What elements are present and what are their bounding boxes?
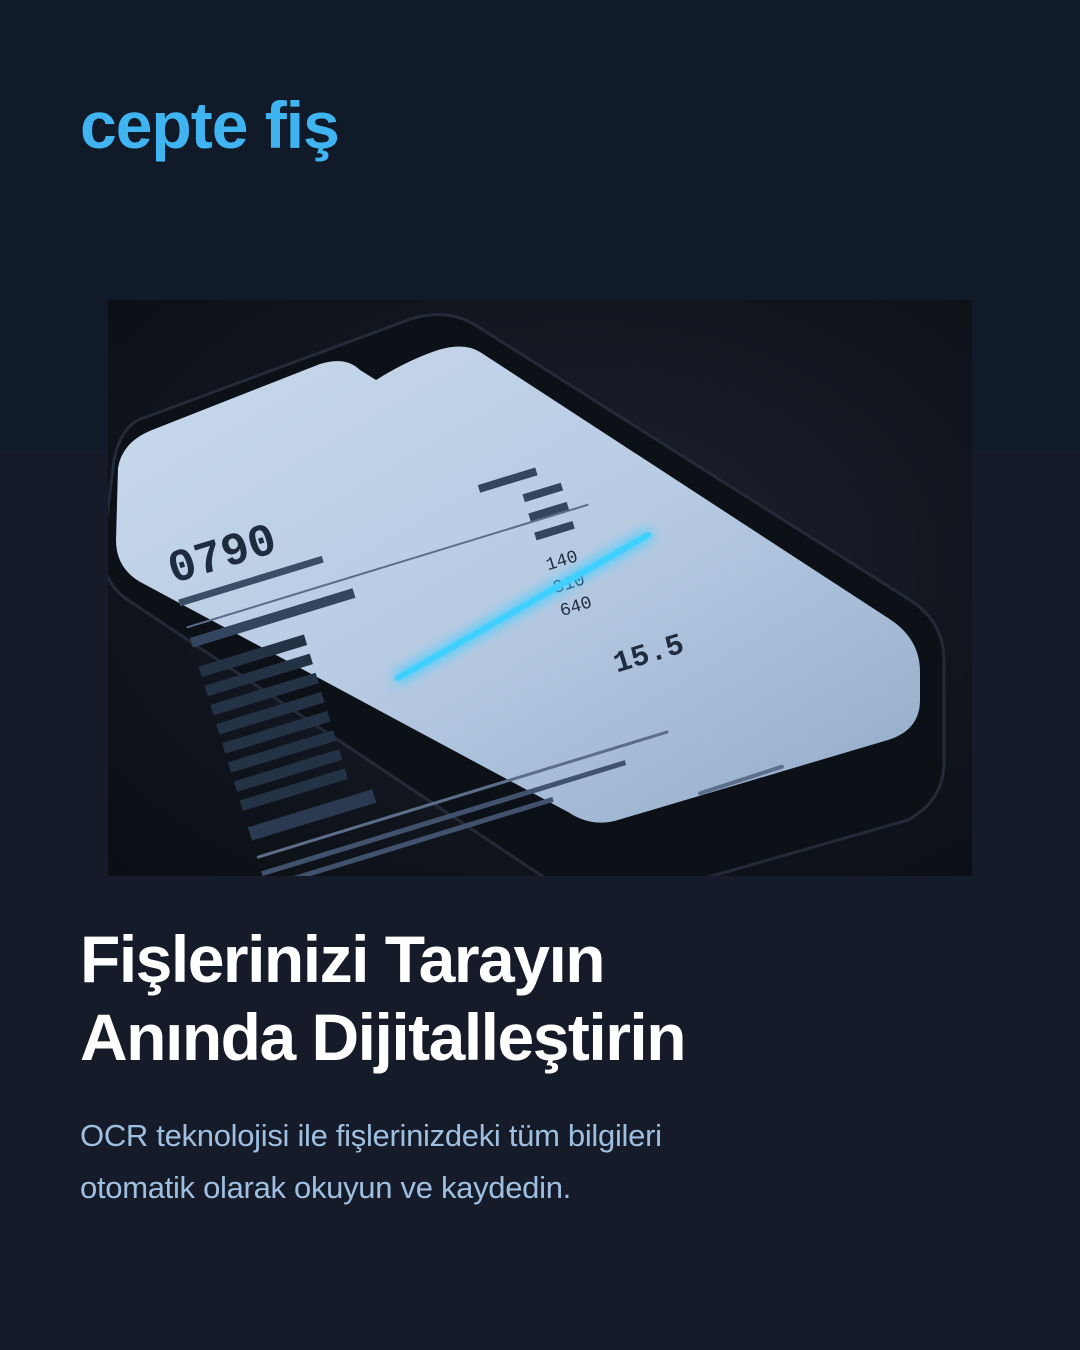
hero-image: 0790 140 310 640 15.5 xyxy=(108,300,972,876)
subtitle-line-1: OCR teknolojisi ile fişlerinizdeki tüm b… xyxy=(80,1118,662,1153)
brand-logo: cepte fiş xyxy=(80,88,340,162)
subtitle: OCR teknolojisi ile fişlerinizdeki tüm b… xyxy=(80,1110,980,1214)
subtitle-line-2: otomatik olarak okuyun ve kaydedin. xyxy=(80,1170,571,1205)
headline-line-2: Anında Dijitalleştirin xyxy=(80,1000,687,1074)
headline-line-1: Fişlerinizi Tarayın xyxy=(80,922,606,996)
phone-scanning-receipt-illustration: 0790 140 310 640 15.5 xyxy=(108,313,946,876)
headline: Fişlerinizi Tarayın Anında Dijitalleştir… xyxy=(80,920,1020,1076)
